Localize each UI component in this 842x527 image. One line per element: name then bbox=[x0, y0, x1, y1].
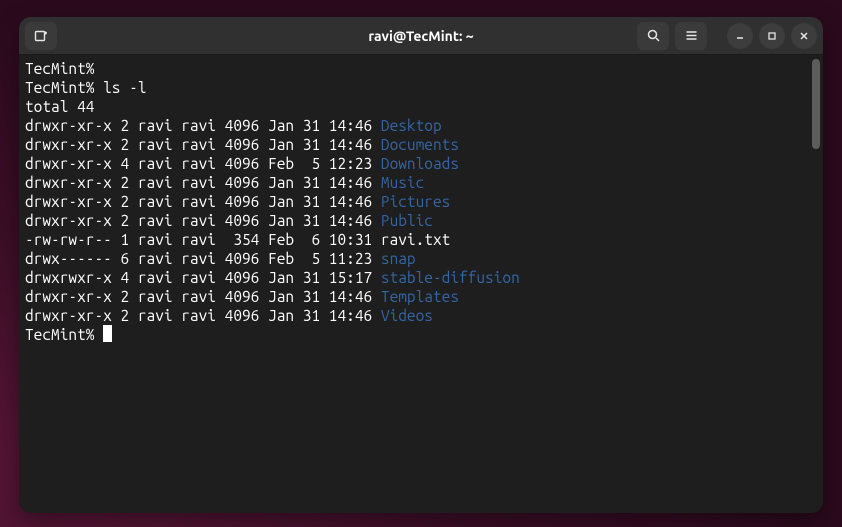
scrollbar[interactable] bbox=[812, 59, 820, 509]
minimize-icon bbox=[734, 30, 746, 42]
hamburger-icon bbox=[684, 28, 699, 43]
search-icon bbox=[646, 28, 661, 43]
scrollbar-thumb[interactable] bbox=[812, 59, 820, 149]
maximize-button[interactable] bbox=[759, 23, 785, 49]
close-icon bbox=[798, 30, 810, 42]
new-tab-icon bbox=[33, 28, 49, 44]
titlebar: ravi@TecMint: ~ bbox=[19, 17, 823, 55]
cursor bbox=[103, 325, 112, 342]
minimize-button[interactable] bbox=[727, 23, 753, 49]
terminal-window: ravi@TecMint: ~ bbox=[19, 17, 823, 513]
maximize-icon bbox=[766, 30, 778, 42]
search-button[interactable] bbox=[637, 22, 669, 50]
terminal-output: TecMint% TecMint% ls -l total 44 drwxr-x… bbox=[25, 59, 817, 344]
close-button[interactable] bbox=[791, 23, 817, 49]
terminal-body[interactable]: TecMint% TecMint% ls -l total 44 drwxr-x… bbox=[19, 55, 823, 513]
menu-button[interactable] bbox=[675, 22, 707, 50]
new-tab-button[interactable] bbox=[25, 22, 57, 50]
